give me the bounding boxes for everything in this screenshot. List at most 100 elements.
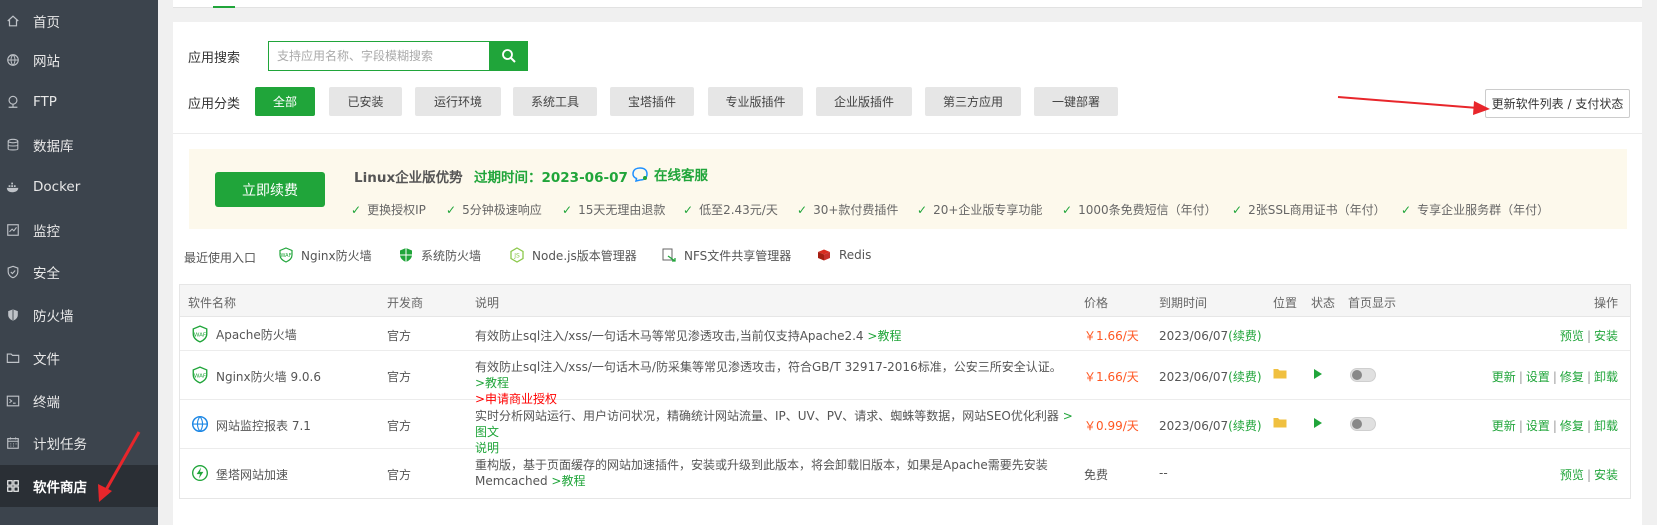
- description-text: 有效防止sql注入/xss/一句话木马/防采集等常见渗透攻击，符合GB/T 32…: [475, 360, 1062, 374]
- top-tab-bar: [173, 0, 1642, 8]
- sidebar-item-monitor[interactable]: 监控: [0, 209, 158, 251]
- settings-link[interactable]: 设置: [1526, 419, 1550, 433]
- price: ￥1.66/天: [1084, 370, 1139, 384]
- feature-label: 5分钟极速响应: [462, 203, 542, 217]
- sidebar-item-cron[interactable]: 计划任务: [0, 422, 158, 464]
- sidebar: 首页 网站 FTP 数据库 Docker 监控 安全 防火墙 文件 终端 计划任…: [0, 0, 158, 525]
- recent-item-label: Nginx防火墙: [301, 248, 372, 263]
- update-link[interactable]: 更新: [1492, 370, 1516, 384]
- check-icon: ✓: [1232, 202, 1243, 217]
- recent-item-nginx-waf[interactable]: WAF Nginx防火墙: [277, 246, 372, 264]
- preview-link[interactable]: 预览: [1560, 329, 1584, 343]
- search-button[interactable]: [490, 41, 528, 71]
- renew-button[interactable]: 立即续费: [215, 172, 325, 207]
- tutorial-link[interactable]: >教程: [551, 474, 585, 488]
- check-icon: ✓: [1062, 202, 1073, 217]
- feature-label: 2张SSL商用证书（年付）: [1248, 203, 1386, 217]
- renew-link[interactable]: (续费): [1228, 419, 1261, 433]
- check-icon: ✓: [1401, 202, 1412, 217]
- search-field[interactable]: [268, 41, 490, 71]
- category-one-click-deploy[interactable]: 一键部署: [1034, 87, 1118, 116]
- sidebar-item-label: Docker: [33, 179, 81, 195]
- recent-item-redis[interactable]: Redis: [815, 246, 871, 264]
- sidebar-item-website[interactable]: 网站: [0, 39, 158, 81]
- feature-item: ✓ 15天无理由退款: [562, 201, 665, 218]
- sidebar-item-label: FTP: [33, 94, 57, 110]
- category-bt-plugins[interactable]: 宝塔插件: [610, 87, 694, 116]
- database-icon: [6, 138, 20, 152]
- sidebar-item-terminal[interactable]: 终端: [0, 380, 158, 422]
- category-pro-plugins[interactable]: 专业版插件: [708, 87, 803, 116]
- repair-link[interactable]: 修复: [1560, 419, 1584, 433]
- renew-link[interactable]: (续费): [1228, 329, 1261, 343]
- row-actions: 预览 | 安装: [1559, 468, 1618, 482]
- uninstall-link[interactable]: 卸载: [1594, 370, 1618, 384]
- feature-label: 更换授权IP: [367, 203, 426, 217]
- update-software-list-button[interactable]: 更新软件列表 / 支付状态: [1485, 89, 1630, 118]
- developer: 官方: [387, 370, 412, 384]
- category-all[interactable]: 全部: [255, 87, 315, 116]
- recent-item-nfs[interactable]: NFS文件共享管理器: [660, 246, 791, 264]
- sidebar-item-firewall[interactable]: 防火墙: [0, 294, 158, 336]
- col-dev: 开发商: [387, 296, 424, 310]
- preview-link[interactable]: 预览: [1560, 468, 1584, 482]
- banner-title: Linux企业版优势: [354, 170, 463, 186]
- description: 有效防止sql注入/xss/一句话木马等常见渗透攻击,当前仅支持Apache2.…: [475, 327, 901, 344]
- tutorial-link[interactable]: >教程: [475, 376, 509, 390]
- sidebar-item-docker[interactable]: Docker: [0, 166, 158, 208]
- check-icon: ✓: [683, 202, 694, 217]
- renew-link[interactable]: (续费): [1228, 370, 1261, 384]
- homepage-toggle[interactable]: [1350, 417, 1376, 431]
- price: ￥0.99/天: [1084, 419, 1139, 433]
- nodejs-icon: JS: [508, 246, 526, 264]
- feature-label: 专享企业服务群（年付）: [1417, 203, 1550, 217]
- uninstall-link[interactable]: 卸载: [1594, 419, 1618, 433]
- settings-link[interactable]: 设置: [1526, 370, 1550, 384]
- expire-date: 2023/06/07(续费): [1159, 327, 1262, 344]
- category-enterprise-plugins[interactable]: 企业版插件: [816, 87, 912, 116]
- play-icon[interactable]: [1313, 417, 1323, 432]
- recent-item-nodejs[interactable]: JS Node.js版本管理器: [508, 246, 637, 264]
- terminal-icon: [6, 394, 20, 408]
- install-link[interactable]: 安装: [1594, 329, 1618, 343]
- app-store-panel: 应用搜索 应用分类 全部 已安装 运行环境 系统工具 宝塔插件 专业版插件 企业…: [173, 22, 1642, 525]
- update-link[interactable]: 更新: [1492, 419, 1516, 433]
- table-row: WAF Nginx防火墙 9.0.6 官方 有效防止sql注入/xss/一句话木…: [180, 351, 1630, 406]
- sidebar-item-files[interactable]: 文件: [0, 337, 158, 379]
- developer: 官方: [387, 329, 412, 343]
- expire-date: --: [1159, 466, 1168, 480]
- category-third-party[interactable]: 第三方应用: [925, 87, 1021, 116]
- feature-item: ✓ 2张SSL商用证书（年付）: [1232, 201, 1386, 218]
- sidebar-item-ftp[interactable]: FTP: [0, 81, 158, 123]
- folder-icon[interactable]: [1273, 367, 1287, 383]
- category-system-tools[interactable]: 系统工具: [513, 87, 597, 116]
- col-name: 软件名称: [188, 296, 237, 310]
- homepage-toggle[interactable]: [1350, 368, 1376, 382]
- home-icon: [6, 14, 20, 28]
- repair-link[interactable]: 修复: [1560, 370, 1584, 384]
- feature-item: ✓ 30+款付费插件: [797, 201, 898, 218]
- divider: [173, 133, 1642, 134]
- row-actions: 更新 | 设置 | 修复 | 卸载: [1491, 419, 1618, 433]
- col-homepage: 首页显示: [1348, 296, 1397, 310]
- sidebar-item-app-store[interactable]: 软件商店: [0, 465, 158, 507]
- chat-icon: [632, 167, 648, 182]
- play-icon[interactable]: [1313, 368, 1323, 383]
- sidebar-item-home[interactable]: 首页: [0, 0, 158, 42]
- feature-label: 15天无理由退款: [578, 203, 666, 217]
- install-link[interactable]: 安装: [1594, 468, 1618, 482]
- description-text-cont: Memcached: [475, 474, 548, 488]
- expire-date: 2023/06/07(续费): [1159, 368, 1262, 385]
- recent-item-system-firewall[interactable]: 系统防火墙: [397, 246, 481, 264]
- search-input[interactable]: [269, 42, 489, 70]
- sidebar-item-database[interactable]: 数据库: [0, 124, 158, 166]
- tutorial-link[interactable]: >教程: [867, 329, 901, 343]
- online-service-link[interactable]: 在线客服: [631, 164, 708, 184]
- category-runtime[interactable]: 运行环境: [415, 87, 501, 116]
- svg-text:WAF: WAF: [194, 373, 206, 379]
- category-installed[interactable]: 已安装: [329, 87, 402, 116]
- sidebar-item-security[interactable]: 安全: [0, 251, 158, 293]
- software-name: 堡塔网站加速: [216, 468, 289, 482]
- globe-icon: [6, 53, 20, 67]
- folder-icon[interactable]: [1273, 416, 1287, 432]
